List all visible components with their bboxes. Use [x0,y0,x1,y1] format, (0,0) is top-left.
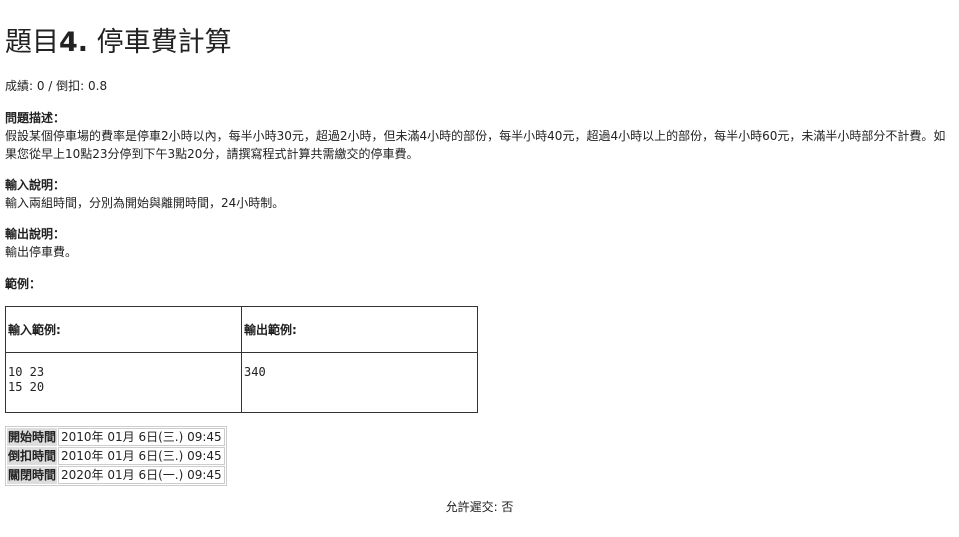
problem-page: 題目4. 停車費計算 成績: 0 / 倒扣: 0.8 問題描述： 假設某個停車場… [0,0,959,537]
page-title: 題目4. 停車費計算 [5,26,232,60]
start-time-label: 開始時間 [7,428,58,446]
title-number: 4. [59,27,89,58]
example-label: 範例： [5,277,42,291]
start-time-value: 2010年 01月 6日(三.) 09:45 [58,428,225,446]
output-example-cell: 340 [241,352,478,413]
output-example-value: 340 [244,365,266,379]
output-description-text: 輸出停車費。 [5,245,78,259]
score-text: 成績: 0 / 倒扣: 0.8 [5,79,108,93]
description-label: 問題描述： [5,111,66,125]
input-example-cell: 10 23 15 20 [5,352,242,413]
time-row-penalty: 倒扣時間 2010年 01月 6日(三.) 09:45 [7,447,225,465]
output-example-header: 輸出範例: [241,306,478,353]
example-value-row: 10 23 15 20 340 [5,352,478,413]
input-description-text: 輸入兩組時間，分別為開始與離開時間，24小時制。 [5,196,285,210]
title-name: 停車費計算 [96,27,232,58]
time-table: 開始時間 2010年 01月 6日(三.) 09:45 倒扣時間 2010年 0… [5,426,227,486]
allow-late-text: 允許遲交: 否 [445,500,514,514]
title-prefix: 題目 [5,27,59,58]
example-header-row: 輸入範例: 輸出範例: [5,306,478,353]
penalty-time-label: 倒扣時間 [7,447,58,465]
output-description-label: 輸出說明： [5,227,66,241]
close-time-label: 關閉時間 [7,466,58,484]
close-time-value: 2020年 01月 6日(一.) 09:45 [58,466,225,484]
input-description-label: 輸入說明： [5,178,66,192]
input-example-value: 10 23 15 20 [8,365,45,394]
input-example-header: 輸入範例: [5,306,242,353]
example-table: 輸入範例: 輸出範例: 10 23 15 20 340 [5,306,478,413]
time-row-close: 關閉時間 2020年 01月 6日(一.) 09:45 [7,466,225,484]
description-text: 假設某個停車場的費率是停車2小時以內，每半小時30元，超過2小時，但未滿4小時的… [5,129,946,161]
penalty-time-value: 2010年 01月 6日(三.) 09:45 [58,447,225,465]
time-row-start: 開始時間 2010年 01月 6日(三.) 09:45 [7,428,225,446]
